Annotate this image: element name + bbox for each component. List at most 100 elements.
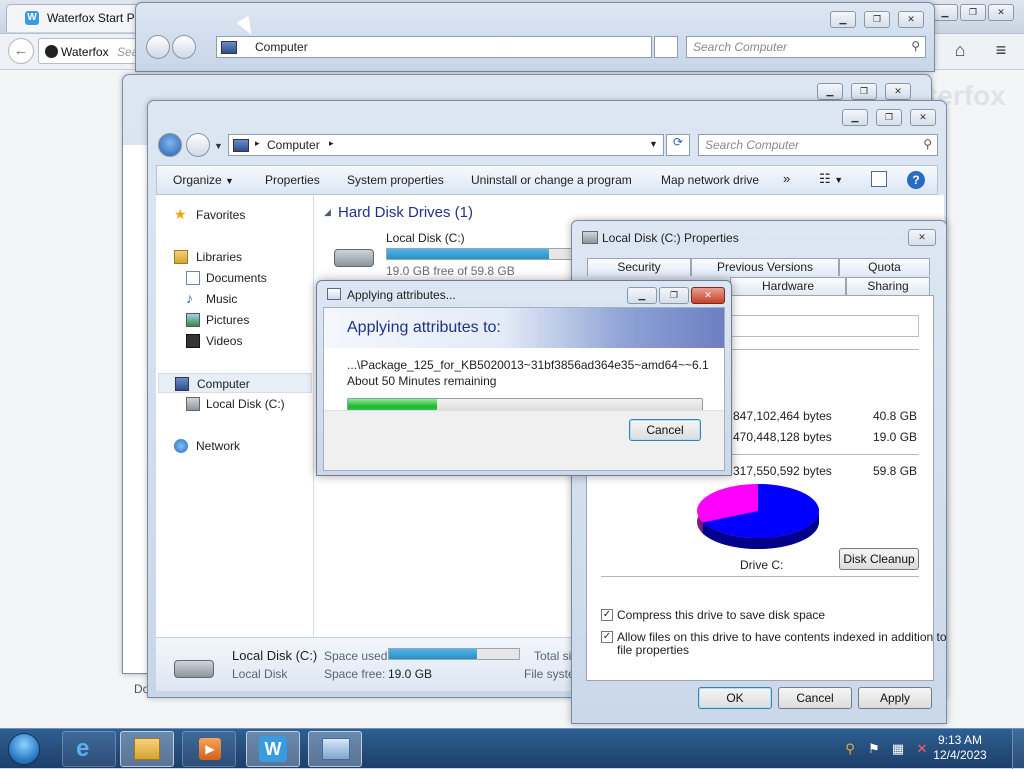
forward-button[interactable] [172,35,196,59]
waterfox-icon: W [259,736,287,762]
hamburger-menu-icon[interactable]: ≡ [988,40,1014,62]
nav-item-local-disk[interactable]: Local Disk (C:) [156,394,312,414]
volume-muted-icon[interactable]: ✕ [914,741,930,757]
maximize-button[interactable]: ❐ [876,109,902,126]
minimize-button[interactable]: ▁ [830,11,856,28]
taskbar-control-panel[interactable] [308,731,362,767]
tab-sharing[interactable]: Sharing [846,277,930,295]
network-tray-icon[interactable]: ▦ [890,741,906,757]
system-properties-button[interactable]: System properties [347,173,444,187]
recent-pages-dropdown-icon[interactable]: ▼ [214,141,223,151]
system-clock[interactable]: 9:13 AM 12/4/2023 [930,733,990,763]
nav-item-computer[interactable]: Computer [158,373,312,393]
nav-item-music[interactable]: ♪ Music [156,289,312,309]
collapse-group-icon[interactable]: ◢ [324,207,331,218]
browser-tab[interactable]: W Waterfox Start Pa [6,4,141,32]
view-options-icon[interactable]: ☷ ▼ [819,171,843,187]
star-icon: ★ [174,206,187,222]
music-note-icon: ♪ [186,290,193,306]
preview-pane-icon[interactable] [871,171,887,187]
address-bar[interactable]: ▸ Computer ▸ ▼ [228,134,664,156]
maximize-button[interactable]: ❐ [864,11,890,28]
tab-quota[interactable]: Quota [839,258,930,276]
close-button[interactable]: ✕ [908,229,936,246]
nav-label: Documents [206,271,267,285]
close-button[interactable]: ✕ [691,287,725,304]
hard-drive-icon [174,650,214,680]
refresh-icon[interactable]: ⟳ [666,134,690,156]
taskbar-internet-explorer[interactable]: e [62,731,116,767]
browser-restore-button[interactable]: ❐ [960,4,986,21]
drive-label-input[interactable] [727,315,919,337]
address-dropdown-icon[interactable]: ▼ [649,139,658,149]
taskbar-windows-explorer[interactable] [120,731,174,767]
properties-button[interactable]: Properties [265,173,320,187]
nav-label: Network [196,439,241,453]
capacity-gb: 59.8 GB [873,464,918,478]
browser-close-button[interactable]: ✕ [988,4,1014,21]
browser-tab-title: Waterfox Start Pa [47,11,142,25]
search-placeholder: Search Computer [705,138,800,152]
taskbar-waterfox[interactable]: W [246,731,300,767]
nav-item-favorites[interactable]: ★ Favorites [156,205,312,225]
index-checkbox[interactable]: ✓ [601,631,613,643]
breadcrumb-chevron-icon[interactable]: ▸ [329,138,334,149]
close-button[interactable]: ✕ [898,11,924,28]
computer-icon [221,41,237,54]
compress-checkbox[interactable]: ✓ [601,609,613,621]
help-icon[interactable]: ? [907,171,925,189]
back-button[interactable] [146,35,170,59]
search-tray-icon[interactable]: ⚲ [842,741,858,757]
search-input[interactable]: Search Computer ⚲ [698,134,938,156]
show-desktop-button[interactable] [1012,729,1024,769]
close-button[interactable]: ✕ [910,109,936,126]
tab-security[interactable]: Security [587,258,691,276]
nav-item-network[interactable]: Network [156,436,312,456]
taskbar: e ▶ W ⚲ ⚑ ▦ ✕ 9:13 AM 12/4/2023 [0,728,1024,769]
search-icon: ⚲ [923,137,932,151]
maximize-button[interactable]: ❐ [851,83,877,100]
action-center-flag-icon[interactable]: ⚑ [866,741,882,757]
map-network-drive-button[interactable]: Map network drive [661,173,759,187]
disk-cleanup-button[interactable]: Disk Cleanup [839,548,919,570]
address-bar[interactable]: Computer [216,36,652,58]
organize-button[interactable]: Organize ▼ [173,173,234,187]
forward-arrow-icon[interactable] [186,133,210,157]
address-text: Computer [267,138,320,152]
apply-button[interactable]: Apply [858,687,932,709]
minimize-button[interactable]: ▁ [842,109,868,126]
uninstall-program-button[interactable]: Uninstall or change a program [471,173,632,187]
search-placeholder: Search Computer [693,40,788,54]
group-header[interactable]: Hard Disk Drives (1) [338,204,473,221]
nav-item-pictures[interactable]: Pictures [156,310,312,330]
nav-item-libraries[interactable]: Libraries [156,247,312,267]
taskbar-media-player[interactable]: ▶ [182,731,236,767]
cancel-button[interactable]: Cancel [629,419,701,441]
navigation-pane: ★ Favorites Libraries Documents ♪ Music … [156,195,314,637]
cancel-button[interactable]: Cancel [778,687,852,709]
back-arrow-icon[interactable] [158,133,182,157]
nav-item-documents[interactable]: Documents [156,268,312,288]
browser-minimize-button[interactable]: ▁ [932,4,958,21]
close-button[interactable]: ✕ [885,83,911,100]
media-player-icon: ▶ [199,738,221,760]
home-icon[interactable]: ⌂ [948,40,972,62]
search-input[interactable]: Search Computer ⚲ [686,36,926,58]
refresh-button[interactable] [654,36,678,58]
back-arrow-icon[interactable]: ← [8,38,34,64]
tab-hardware[interactable]: Hardware [730,277,846,295]
drive-caption: Drive C: [740,558,784,572]
tab-previous-versions[interactable]: Previous Versions [691,258,839,276]
search-icon: ⚲ [911,39,920,53]
minimize-button[interactable]: ▁ [627,287,657,304]
start-button[interactable] [4,731,46,767]
minimize-button[interactable]: ▁ [817,83,843,100]
ok-button[interactable]: OK [698,687,772,709]
free-space-bytes: 470,448,128 bytes [733,430,832,444]
more-commands-button[interactable]: » [783,171,790,186]
nav-item-videos[interactable]: Videos [156,331,312,351]
breadcrumb-chevron-icon[interactable]: ▸ [255,138,260,149]
computer-icon [175,377,189,391]
pictures-icon [186,313,200,327]
maximize-button[interactable]: ❐ [659,287,689,304]
